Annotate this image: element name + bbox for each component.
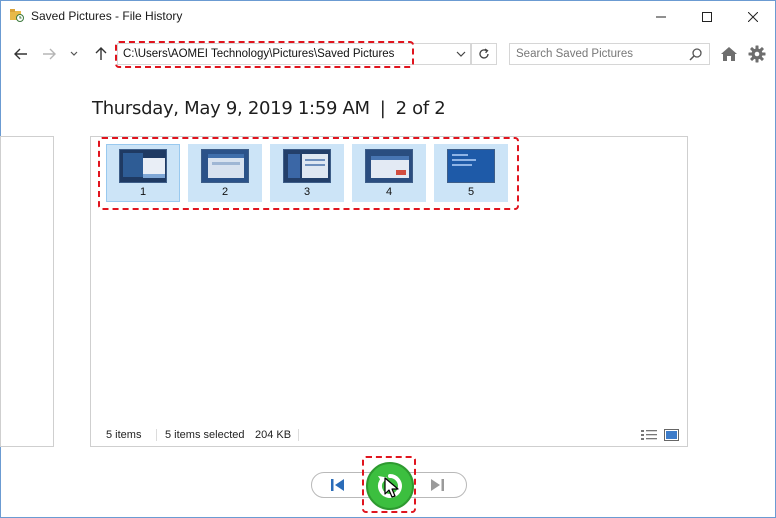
- status-divider: [156, 429, 157, 441]
- refresh-button[interactable]: [471, 43, 497, 65]
- heading-separator: |: [379, 98, 386, 119]
- file-name: 2: [221, 186, 229, 198]
- minimize-icon: [656, 16, 666, 17]
- skip-previous-icon[interactable]: [328, 477, 346, 493]
- details-view-icon[interactable]: [641, 429, 657, 441]
- minimize-button[interactable]: [638, 1, 684, 32]
- gear-icon[interactable]: [748, 45, 766, 63]
- address-path: C:\Users\AOMEI Technology\Pictures\Saved…: [123, 48, 395, 60]
- file-thumbnail: [283, 149, 331, 183]
- item-count: 5 items: [106, 429, 142, 441]
- mouse-pointer-icon: [384, 477, 399, 498]
- close-icon: [748, 11, 758, 22]
- version-heading: Thursday, May 9, 2019 1:59 AM | 2 of 2: [92, 98, 446, 119]
- close-button[interactable]: [730, 1, 776, 32]
- file-item[interactable]: 2: [188, 144, 262, 202]
- file-thumbnail: [201, 149, 249, 183]
- forward-button[interactable]: [39, 43, 59, 65]
- arrow-left-icon: [14, 48, 27, 60]
- file-item[interactable]: 3: [270, 144, 344, 202]
- file-thumbnail: [119, 149, 167, 183]
- search-box[interactable]: Search Saved Pictures: [509, 43, 710, 65]
- window-title: Saved Pictures - File History: [31, 9, 183, 23]
- file-item[interactable]: 5: [434, 144, 508, 202]
- file-history-window: Saved Pictures - File History C:\Users\A…: [0, 0, 776, 518]
- version-counter: 2 of 2: [395, 98, 446, 119]
- title-bar: Saved Pictures - File History: [1, 1, 775, 32]
- file-name: 1: [139, 186, 147, 198]
- selected-size: 204 KB: [255, 429, 292, 441]
- backup-date: Thursday, May 9, 2019 1:59 AM: [92, 98, 370, 119]
- file-list-pane[interactable]: 1 2 3 4 5 5 items 5 items selected 204 K…: [90, 136, 688, 447]
- previous-version-pane[interactable]: [0, 136, 54, 447]
- large-icons-view-icon[interactable]: [664, 429, 679, 441]
- refresh-icon: [479, 48, 489, 59]
- selected-count: 5 items selected: [165, 429, 245, 441]
- file-name: 3: [303, 186, 311, 198]
- chevron-down-icon: [70, 51, 78, 56]
- recent-locations-button[interactable]: [64, 43, 84, 65]
- skip-next-icon[interactable]: [429, 477, 447, 493]
- maximize-icon: [702, 11, 712, 22]
- address-bar[interactable]: C:\Users\AOMEI Technology\Pictures\Saved…: [117, 43, 471, 65]
- home-icon[interactable]: [720, 46, 738, 62]
- arrow-right-icon: [43, 48, 56, 60]
- chevron-down-icon[interactable]: [456, 50, 466, 58]
- back-button[interactable]: [11, 43, 31, 65]
- search-input[interactable]: Search Saved Pictures: [516, 48, 633, 60]
- file-item[interactable]: 1: [106, 144, 180, 202]
- folder-clock-icon: [10, 9, 24, 22]
- maximize-button[interactable]: [684, 1, 730, 32]
- file-thumbnail: [447, 149, 495, 183]
- status-bar: 5 items 5 items selected 204 KB: [91, 424, 687, 446]
- navigation-bar: C:\Users\AOMEI Technology\Pictures\Saved…: [1, 39, 775, 69]
- file-thumbnail: [365, 149, 413, 183]
- file-name: 5: [467, 186, 475, 198]
- status-divider: [298, 429, 299, 441]
- file-item[interactable]: 4: [352, 144, 426, 202]
- arrow-up-icon: [95, 47, 107, 60]
- up-button[interactable]: [91, 43, 111, 65]
- search-icon: [689, 48, 702, 61]
- file-name: 4: [385, 186, 393, 198]
